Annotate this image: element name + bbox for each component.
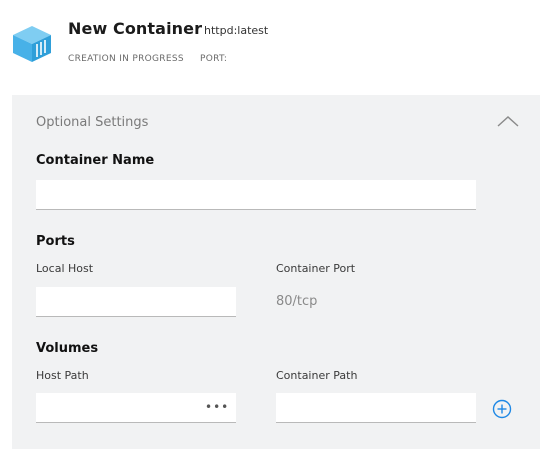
container-port-value: 80/tcp [276,294,318,309]
chevron-up-icon[interactable] [496,113,520,129]
container-path-label: Container Path [276,369,358,382]
host-path-label: Host Path [36,369,89,382]
container-box-icon [11,24,53,64]
ports-label: Ports [36,234,75,249]
optional-settings-panel: Optional Settings Container Name Ports L… [12,95,540,449]
container-header: New Container httpd:latest CREATION IN P… [0,0,557,90]
container-port-label: Container Port [276,262,356,275]
container-path-input[interactable] [276,393,476,423]
container-title: New Container [68,19,203,38]
volumes-label: Volumes [36,341,99,356]
container-name-label: Container Name [36,153,155,168]
status-text: CREATION IN PROGRESS [68,54,184,64]
browse-button[interactable]: ••• [205,400,229,414]
container-name-input[interactable] [36,180,476,210]
add-circle-icon[interactable] [492,399,512,419]
port-label: PORT: [200,54,228,64]
panel-title: Optional Settings [36,115,149,130]
image-tag: httpd:latest [204,24,269,37]
local-host-label: Local Host [36,262,94,275]
local-host-input[interactable] [36,287,236,317]
